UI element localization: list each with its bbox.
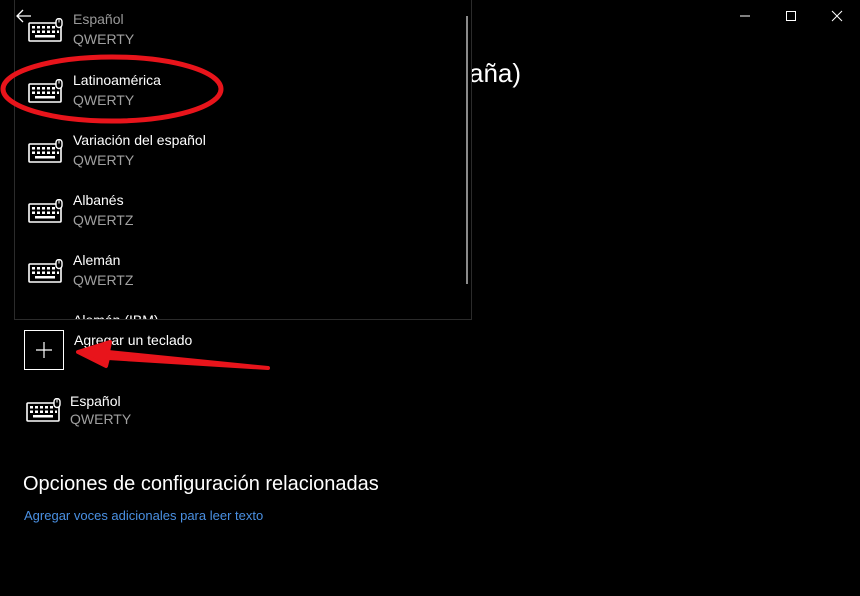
installed-keyboard-name: Español <box>70 393 121 409</box>
keyboard-option-espanol[interactable]: Español QWERTY <box>15 0 455 58</box>
installed-keyboard-layout: QWERTY <box>70 411 132 427</box>
keyboard-option-albanes[interactable]: Albanés QWERTZ <box>15 179 455 239</box>
close-icon <box>831 10 843 22</box>
keyboard-option-name: Alemán (IBM) <box>73 312 159 320</box>
keyboard-option-variacion[interactable]: Variación del español QWERTY <box>15 119 455 179</box>
keyboard-option-name: Variación del español <box>73 132 206 148</box>
keyboard-icon <box>28 319 64 320</box>
keyboard-icon <box>28 199 63 223</box>
keyboard-icon <box>28 259 63 283</box>
related-settings-title: Opciones de configuración relacionadas <box>23 473 379 495</box>
keyboard-option-layout: QWERTY <box>73 152 135 168</box>
keyboard-option-aleman-ibm[interactable]: Alemán (IBM) <box>15 299 455 320</box>
maximize-icon <box>786 11 796 21</box>
add-keyboard-label[interactable]: Agregar un teclado <box>74 332 192 348</box>
back-arrow-icon <box>16 9 31 23</box>
keyboard-option-layout: QWERTZ <box>73 272 134 288</box>
minimize-icon <box>740 15 750 17</box>
keyboard-option-layout: QWERTY <box>73 31 135 47</box>
keyboard-option-name: Albanés <box>73 192 124 208</box>
keyboard-option-latinoamerica[interactable]: Latinoamérica QWERTY <box>15 59 455 119</box>
keyboard-option-name: Latinoamérica <box>73 72 161 88</box>
keyboard-option-aleman[interactable]: Alemán QWERTZ <box>15 239 455 299</box>
add-keyboard-button[interactable] <box>24 330 64 370</box>
keyboard-flyout[interactable]: Español QWERTY Latinoamérica QWERTY Vari… <box>14 0 472 320</box>
maximize-button[interactable] <box>768 0 814 32</box>
additional-voices-link[interactable]: Agregar voces adicionales para leer text… <box>24 508 263 523</box>
keyboard-option-layout: QWERTZ <box>73 212 134 228</box>
minimize-button[interactable] <box>722 0 768 32</box>
plus-icon <box>36 342 52 358</box>
keyboard-option-name: Español <box>73 11 124 27</box>
keyboard-option-name: Alemán <box>73 252 121 268</box>
page-title: aña) <box>469 58 522 88</box>
keyboard-icon <box>28 139 63 163</box>
back-button[interactable] <box>10 4 38 28</box>
installed-keyboard-espanol[interactable]: Español QWERTY <box>0 390 400 440</box>
keyboard-option-layout: QWERTY <box>73 92 135 108</box>
keyboard-icon <box>26 398 61 422</box>
keyboard-icon <box>28 79 63 103</box>
flyout-scrollbar[interactable] <box>466 16 468 284</box>
close-button[interactable] <box>814 0 860 32</box>
